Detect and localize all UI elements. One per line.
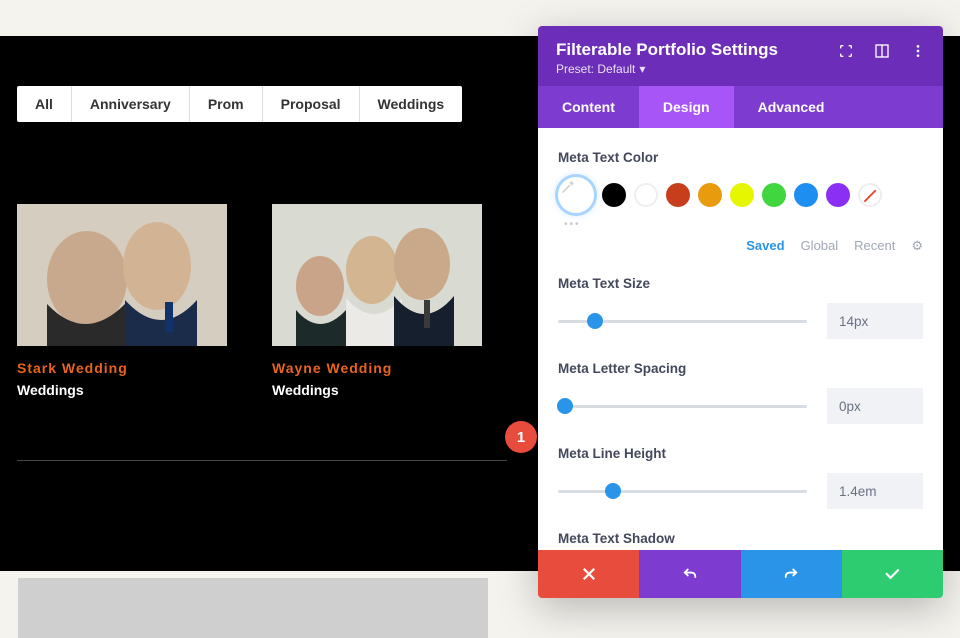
tab-content[interactable]: Content [538, 86, 639, 128]
preset-saved[interactable]: Saved [746, 238, 784, 254]
label-letter-spacing: Meta Letter Spacing [558, 361, 923, 376]
color-swatch-white[interactable] [634, 183, 658, 207]
color-swatch-yellow[interactable] [730, 183, 754, 207]
redo-button[interactable] [741, 550, 842, 598]
label-line-height: Meta Line Height [558, 446, 923, 461]
tab-design[interactable]: Design [639, 86, 734, 128]
step-badge: 1 [505, 421, 537, 453]
section-divider [17, 460, 507, 461]
placeholder-block [18, 578, 488, 638]
preset-global[interactable]: Global [801, 238, 839, 254]
preset-recent[interactable]: Recent [854, 238, 895, 254]
gear-icon[interactable]: ⚙ [911, 238, 923, 254]
preset-dropdown[interactable]: Preset: Default▾ [556, 62, 645, 76]
save-button[interactable] [842, 550, 943, 598]
portfolio-meta: Weddings [272, 382, 482, 398]
portfolio-thumbnail [17, 204, 227, 346]
slider-text-size[interactable] [558, 320, 807, 323]
color-swatch-purple[interactable] [826, 183, 850, 207]
portfolio-title: Wayne Wedding [272, 360, 482, 376]
portfolio-thumbnail [272, 204, 482, 346]
chevron-down-icon: ▾ [639, 62, 645, 76]
color-swatch-blue[interactable] [794, 183, 818, 207]
tab-advanced[interactable]: Advanced [734, 86, 849, 128]
filter-tab-weddings[interactable]: Weddings [360, 86, 463, 122]
label-text-shadow: Meta Text Shadow [558, 531, 923, 546]
portfolio-title: Stark Wedding [17, 360, 227, 376]
portfolio-meta: Weddings [17, 382, 227, 398]
undo-button[interactable] [639, 550, 740, 598]
filter-tab-anniversary[interactable]: Anniversary [72, 86, 190, 122]
more-swatches-icon[interactable]: ••• [564, 219, 923, 230]
portfolio-card[interactable]: Wayne Wedding Weddings [272, 204, 482, 398]
filter-tab-prom[interactable]: Prom [190, 86, 263, 122]
filter-tabs: All Anniversary Prom Proposal Weddings [17, 86, 462, 122]
slider-letter-spacing[interactable] [558, 405, 807, 408]
input-line-height[interactable] [827, 473, 923, 509]
filter-tab-all[interactable]: All [17, 86, 72, 122]
close-button[interactable] [538, 550, 639, 598]
label-meta-text-size: Meta Text Size [558, 276, 923, 291]
slider-line-height[interactable] [558, 490, 807, 493]
settings-panel: Filterable Portfolio Settings Preset: De… [538, 26, 943, 598]
filter-tab-proposal[interactable]: Proposal [263, 86, 360, 122]
color-swatch-black[interactable] [602, 183, 626, 207]
expand-icon[interactable] [837, 42, 855, 60]
more-icon[interactable] [909, 42, 927, 60]
color-swatch-none[interactable] [858, 183, 882, 207]
color-swatch-green[interactable] [762, 183, 786, 207]
label-meta-text-color: Meta Text Color [558, 150, 923, 165]
input-text-size[interactable] [827, 303, 923, 339]
columns-icon[interactable] [873, 42, 891, 60]
panel-tabs: Content Design Advanced [538, 86, 943, 128]
color-swatch-orange[interactable] [698, 183, 722, 207]
color-swatch-red[interactable] [666, 183, 690, 207]
portfolio-card[interactable]: Stark Wedding Weddings [17, 204, 227, 398]
color-swatch-selected[interactable] [558, 177, 594, 213]
input-letter-spacing[interactable] [827, 388, 923, 424]
